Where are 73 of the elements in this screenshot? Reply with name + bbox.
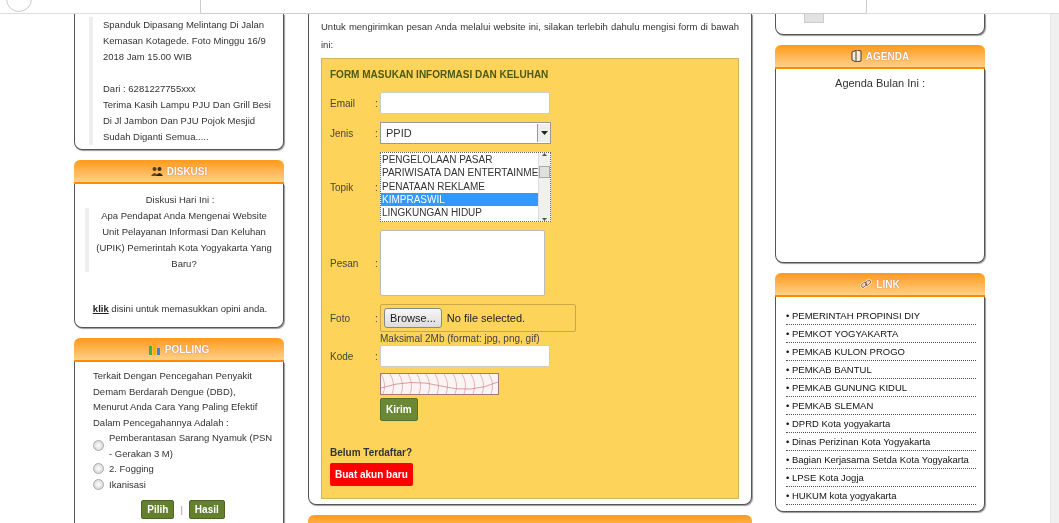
field-label: Foto bbox=[330, 312, 351, 324]
field-label: Jenis bbox=[330, 127, 355, 139]
vote-button[interactable]: Pilih bbox=[141, 500, 175, 519]
topic-listbox[interactable]: PENGELOLAAN PASAR PARIWISATA DAN ENTERTAINME PENATAAN REKLAME KIMPRASWIL LINGKUNGAN HIDUP bbox=[380, 152, 551, 222]
type-dropdown[interactable]: PPID bbox=[380, 122, 551, 144]
topic-option[interactable]: LINGKUNGAN HIDUP bbox=[381, 206, 538, 220]
field-label: Email bbox=[330, 97, 356, 109]
panel-title: DISKUSI bbox=[166, 165, 208, 177]
register-button[interactable]: Buat akun baru bbox=[330, 463, 413, 486]
form-title: FORM MASUKAN INFORMASI DAN KELUHAN bbox=[330, 69, 550, 80]
code-field[interactable] bbox=[380, 345, 550, 367]
colon: : bbox=[375, 257, 379, 269]
submit-button[interactable]: Kirim bbox=[380, 398, 418, 421]
link-item[interactable]: • PEMERINTAH PROPINSI DIY bbox=[786, 307, 976, 325]
link-item[interactable]: • PEMKAB KULON PROGO bbox=[786, 343, 976, 361]
news-text: Dari : 6281227755xxx Terima Kasih Lampu PJU Dan Grill Besi Di Jl Jambon Dan PJU Pojok Mesjid Sudah Diganti Semua..... bbox=[103, 82, 271, 144]
poll-option[interactable]: 2. Fogging bbox=[109, 461, 154, 477]
field-label: Kode bbox=[330, 350, 355, 362]
discussion-question: Apa Pendapat Anda Mengenai Website Unit Pelayanan Informasi Dan Keluhan (UPIK) Pemerintah Kota Yogyakarta Yang Baru? bbox=[85, 208, 275, 272]
field-label: Topik bbox=[330, 181, 355, 193]
link-item[interactable]: • Dinas Perizinan Kota Yogyakarta bbox=[786, 433, 976, 451]
link-item[interactable]: • Bagian Kerjasama Setda Kota Yogyakarta bbox=[786, 451, 976, 469]
colon: : bbox=[375, 350, 379, 362]
file-field[interactable]: Browse... No file selected. bbox=[380, 304, 576, 332]
scroll-up-icon[interactable] bbox=[542, 153, 547, 156]
opinion-note: klik disini untuk memasukkan opini anda. bbox=[91, 302, 269, 316]
caret-icon bbox=[540, 131, 548, 135]
colon: : bbox=[375, 181, 379, 193]
scroll-thumb[interactable] bbox=[539, 166, 550, 178]
link-item[interactable]: • PEMKAB SLEMAN bbox=[786, 397, 976, 415]
radio-button[interactable] bbox=[93, 440, 104, 451]
upload-hint: Maksimal 2Mb (format: jpg, png, gif) bbox=[380, 333, 541, 344]
poll-option[interactable]: Ikanisasi bbox=[109, 476, 146, 492]
address-field[interactable] bbox=[200, 0, 867, 14]
colon: : bbox=[375, 312, 379, 324]
file-status: No file selected. bbox=[446, 312, 526, 324]
link-item[interactable]: • PEMKAB BANTUL bbox=[786, 361, 976, 379]
browse-button[interactable]: Browse... bbox=[384, 308, 442, 328]
results-button[interactable]: Hasil bbox=[188, 500, 225, 519]
agenda-heading: Agenda Bulan Ini : bbox=[835, 77, 925, 89]
link-item[interactable]: • HUKUM kota yogyakarta bbox=[786, 487, 976, 505]
link-item[interactable]: • PEMKAB GUNUNG KIDUL bbox=[786, 379, 976, 397]
field-label: Pesan bbox=[330, 257, 360, 269]
topic-option[interactable]: PARIWISATA DAN ENTERTAINME bbox=[381, 166, 538, 180]
panel-title: POLLING bbox=[164, 343, 210, 355]
register-prompt: Belum Terdaftar? bbox=[330, 447, 414, 458]
news-text: Spanduk Dipasang Melintang Di Jalan Kemasan Kotagede. Foto Minggu 16/9 2018 Jam 15.00 WIB bbox=[103, 18, 267, 64]
poll-question: Terkait Dengan Pencegahan Penyakit Demam Berdarah Dengue (DBD), Menurut Anda Cara Yang Paling Efektif Dalam Pencegahannya Adalah : bbox=[93, 369, 259, 430]
intro-text: Untuk mengirimkan pesan Anda melalui website ini, silakan terlebih dahulu mengisi form di bawah ini: bbox=[321, 20, 739, 52]
link-item[interactable]: • PEMKOT YOGYAKARTA bbox=[786, 325, 976, 343]
colon: : bbox=[375, 97, 379, 109]
opinion-link[interactable]: klik bbox=[92, 303, 109, 314]
people-icon bbox=[150, 166, 163, 176]
separator: | bbox=[180, 502, 183, 517]
scrollbar[interactable] bbox=[1050, 14, 1059, 523]
book-icon bbox=[850, 50, 862, 62]
scroll-down-icon[interactable] bbox=[542, 218, 547, 221]
topic-option[interactable]: PENGELOLAAN PASAR bbox=[381, 153, 538, 167]
square-icon bbox=[804, 14, 824, 23]
radio-button[interactable] bbox=[93, 463, 104, 475]
bar-chart-icon bbox=[148, 343, 161, 355]
poll-option[interactable]: Pemberantasan Sarang Nyamuk (PSN - Gerakan 3 M) bbox=[109, 430, 273, 461]
topic-option[interactable]: PENATAAN REKLAME bbox=[381, 179, 538, 193]
message-field[interactable] bbox=[380, 230, 545, 296]
panel-title: AGENDA bbox=[865, 50, 910, 62]
panel-title: LINK bbox=[876, 278, 900, 290]
radio-button[interactable] bbox=[93, 478, 104, 490]
email-field[interactable] bbox=[380, 92, 550, 114]
discussion-heading: Diskusi Hari Ini : bbox=[144, 193, 216, 207]
link-item[interactable]: • DPRD Kota yogyakarta bbox=[786, 415, 976, 433]
link-icon bbox=[860, 278, 873, 290]
link-item[interactable]: • LPSE Kota Jogja bbox=[786, 469, 976, 487]
colon: : bbox=[375, 127, 379, 139]
